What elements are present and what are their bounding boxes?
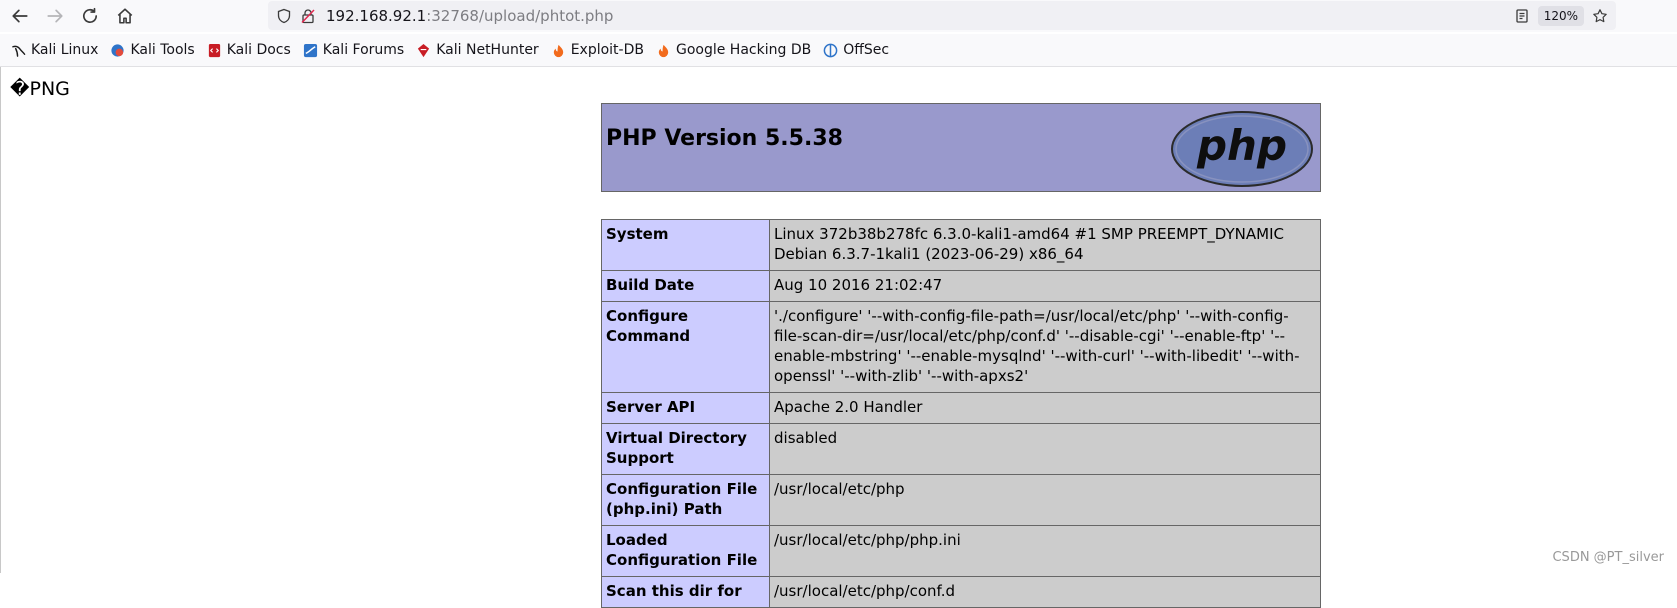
bookmark-google-hacking-db[interactable]: Google Hacking DB [656, 42, 811, 58]
row-key: Configure Command [601, 301, 770, 393]
forward-button[interactable] [40, 1, 70, 31]
reload-button[interactable] [75, 1, 105, 31]
url-text[interactable]: 192.168.92.1:32768/upload/phtot.php [326, 7, 613, 25]
table-row: Loaded Configuration File/usr/local/etc/… [601, 525, 1321, 577]
bookmark-kali-linux[interactable]: Kali Linux [11, 42, 98, 58]
row-value: /usr/local/etc/php/php.ini [769, 525, 1321, 577]
table-row: Server API Apache 2.0 Handler [601, 392, 1321, 424]
php-version-title: PHP Version 5.5.38 [606, 126, 843, 151]
row-key: System [601, 219, 770, 271]
bookmark-label: Kali NetHunter [436, 42, 539, 58]
table-row: Virtual Directory Support disabled [601, 423, 1321, 475]
table-row: Scan this dir for/usr/local/etc/php/conf… [601, 576, 1321, 608]
page-content: �PNG PHP Version 5.5.38 php System Linux … [0, 67, 1677, 608]
exploit-db-icon [553, 44, 563, 57]
bookmark-offsec[interactable]: OffSec [823, 42, 889, 58]
row-value: Aug 10 2016 21:02:47 [769, 270, 1321, 302]
row-key: Server API [601, 392, 770, 424]
row-key: Loaded Configuration File [601, 525, 770, 577]
bookmark-label: Exploit-DB [570, 42, 644, 58]
kali-forums-icon [303, 43, 317, 57]
bookmark-label: Google Hacking DB [675, 42, 812, 58]
table-row: Configure Command './configure' '--with-c… [601, 301, 1321, 393]
bookmark-star-icon[interactable] [1590, 6, 1610, 26]
kali-docs-icon [208, 43, 220, 57]
bookmark-kali-docs[interactable]: Kali Docs [207, 42, 291, 58]
bookmark-label: Kali Forums [322, 42, 405, 58]
row-value: Apache 2.0 Handler [769, 392, 1321, 424]
arrow-right-icon [47, 9, 63, 23]
bookmark-label: Kali Linux [31, 42, 99, 58]
reload-icon [82, 7, 98, 23]
row-value: disabled [769, 423, 1321, 475]
reader-view-icon[interactable] [1512, 6, 1532, 26]
png-garbage-text: �PNG [10, 78, 70, 100]
table-row: System Linux 372b38b278fc 6.3.0-kali1-amd… [601, 219, 1321, 271]
back-button[interactable] [5, 1, 35, 31]
row-value: './configure' '--with-config-file-path=/… [769, 301, 1321, 393]
bookmarks-toolbar: Kali Linux Kali Tools Kali Docs Kali For… [0, 34, 1677, 67]
row-key: Virtual Directory Support [601, 423, 770, 475]
phpinfo-table: System Linux 372b38b278fc 6.3.0-kali1-amd… [601, 219, 1321, 608]
url-actions: 120% [1512, 1, 1616, 30]
bookmark-label: Kali Docs [226, 42, 291, 58]
home-button[interactable] [110, 1, 140, 31]
php-logo-text: php [1196, 121, 1287, 170]
row-key: Build Date [601, 270, 770, 302]
row-value: Linux 372b38b278fc 6.3.0-kali1-amd64 #1 … [769, 219, 1321, 271]
browser-toolbar: 192.168.92.1:32768/upload/phtot.php 120% [0, 0, 1677, 32]
table-row: Configuration File (php.ini) Path/usr/lo… [601, 474, 1321, 526]
address-bar[interactable]: 192.168.92.1:32768/upload/phtot.php 120% [268, 1, 1616, 30]
zoom-level-button[interactable]: 120% [1537, 5, 1584, 26]
url-host: 192.168.92.1 [326, 6, 427, 25]
kali-nethunter-icon [418, 43, 430, 57]
phpinfo-container: PHP Version 5.5.38 php System Linux 372b3… [601, 103, 1321, 608]
home-icon [117, 8, 133, 24]
bookmark-kali-nethunter[interactable]: Kali NetHunter [416, 42, 539, 58]
php-logo[interactable]: php [1170, 110, 1315, 188]
kali-tools-icon [111, 43, 125, 57]
csdn-watermark: CSDN @PT_silver [1552, 550, 1664, 565]
table-row: Build Date Aug 10 2016 21:02:47 [601, 270, 1321, 302]
bookmark-exploit-db[interactable]: Exploit-DB [551, 42, 644, 58]
row-key: Scan this dir for [601, 576, 770, 608]
bookmark-kali-forums[interactable]: Kali Forums [303, 42, 404, 58]
row-key: Configuration File (php.ini) Path [601, 474, 770, 526]
bookmark-label: Kali Tools [130, 42, 195, 58]
shield-icon[interactable] [274, 6, 294, 26]
bookmark-kali-tools[interactable]: Kali Tools [110, 42, 195, 58]
row-value: /usr/local/etc/php [769, 474, 1321, 526]
row-value: /usr/local/etc/php/conf.d [769, 576, 1321, 608]
php-header: PHP Version 5.5.38 php [601, 103, 1321, 192]
ghdb-icon [658, 44, 669, 57]
arrow-left-icon [12, 9, 28, 23]
insecure-lock-icon[interactable] [298, 6, 318, 26]
bookmark-label: OffSec [843, 42, 890, 58]
kali-dragon-icon [12, 45, 26, 57]
offsec-icon [823, 43, 838, 57]
url-path: :32768/upload/phtot.php [426, 6, 614, 25]
